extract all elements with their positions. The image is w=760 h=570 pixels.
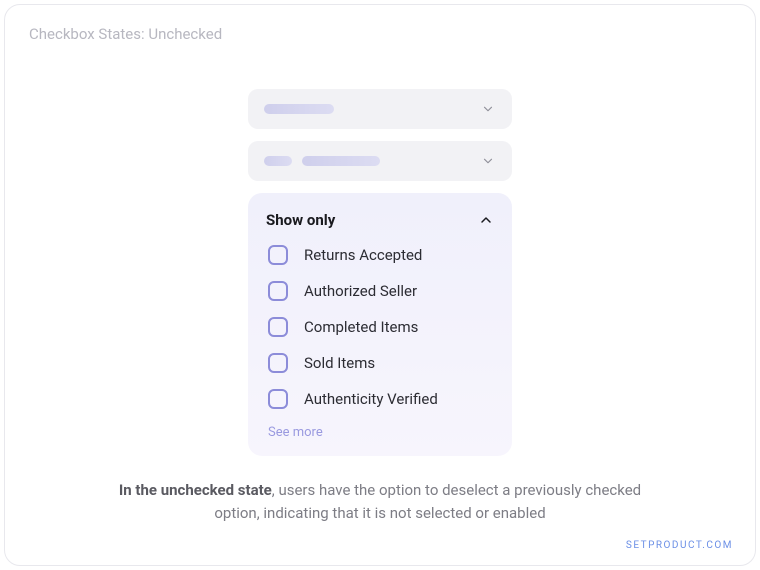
checkbox-unchecked-icon[interactable] xyxy=(268,389,288,409)
option-authenticity-verified[interactable]: Authenticity Verified xyxy=(268,389,494,409)
chevron-down-icon xyxy=(480,101,496,117)
panel-title: Show only xyxy=(266,211,335,229)
chevron-up-icon xyxy=(478,212,494,228)
option-returns-accepted[interactable]: Returns Accepted xyxy=(268,245,494,265)
collapsed-dropdown-2[interactable] xyxy=(248,141,512,181)
watermark: SETPRODUCT.COM xyxy=(626,540,733,551)
card-frame: Checkbox States: Unchecked Show only xyxy=(4,4,756,566)
caption-rest: , users have the option to deselect a pr… xyxy=(214,481,641,522)
filter-panel: Show only Returns Accepted Authorized Se… xyxy=(248,193,512,456)
collapsed-dropdown-1[interactable] xyxy=(248,89,512,129)
options-list: Returns Accepted Authorized Seller Compl… xyxy=(266,245,494,409)
see-more-link[interactable]: See more xyxy=(266,425,494,440)
checkbox-unchecked-icon[interactable] xyxy=(268,317,288,337)
placeholder-bar xyxy=(264,104,334,114)
page-title: Checkbox States: Unchecked xyxy=(29,25,222,43)
option-label: Authenticity Verified xyxy=(304,390,438,408)
option-label: Sold Items xyxy=(304,354,375,372)
placeholder-group xyxy=(264,156,380,166)
placeholder-bar xyxy=(264,156,292,166)
option-label: Returns Accepted xyxy=(304,246,422,264)
option-sold-items[interactable]: Sold Items xyxy=(268,353,494,373)
checkbox-unchecked-icon[interactable] xyxy=(268,245,288,265)
option-label: Authorized Seller xyxy=(304,282,417,300)
caption-text: In the unchecked state, users have the o… xyxy=(100,479,660,526)
caption-bold: In the unchecked state xyxy=(119,481,272,499)
placeholder-bar xyxy=(302,156,380,166)
option-completed-items[interactable]: Completed Items xyxy=(268,317,494,337)
chevron-down-icon xyxy=(480,153,496,169)
option-authorized-seller[interactable]: Authorized Seller xyxy=(268,281,494,301)
placeholder-group xyxy=(264,104,334,114)
panel-header[interactable]: Show only xyxy=(266,211,494,229)
checkbox-unchecked-icon[interactable] xyxy=(268,353,288,373)
checkbox-unchecked-icon[interactable] xyxy=(268,281,288,301)
dropdown-stack: Show only Returns Accepted Authorized Se… xyxy=(248,89,512,456)
option-label: Completed Items xyxy=(304,318,418,336)
